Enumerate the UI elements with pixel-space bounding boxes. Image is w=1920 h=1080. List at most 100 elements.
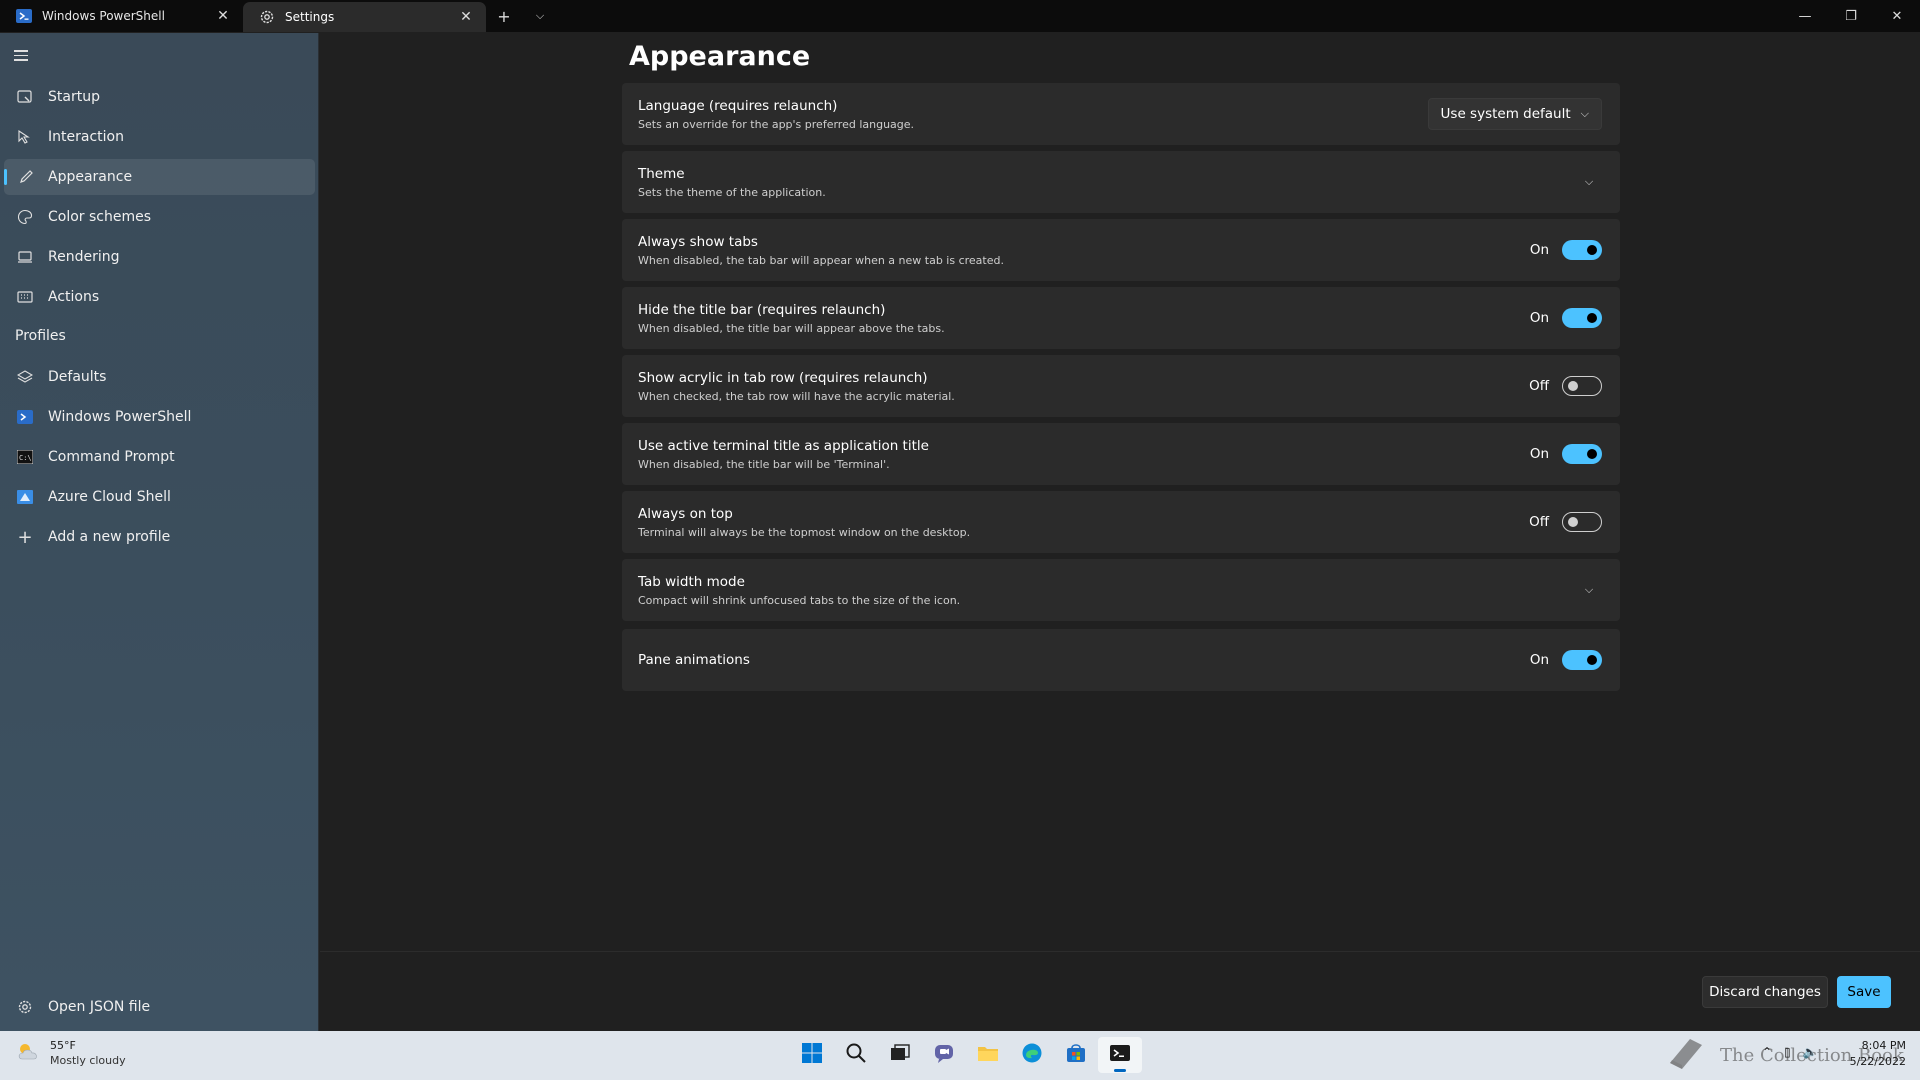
setting-always-show-tabs: Always show tabs When disabled, the tab …: [622, 219, 1620, 281]
sidebar-item-windows-powershell[interactable]: Windows PowerShell: [4, 399, 315, 435]
setting-title: Always show tabs: [638, 233, 758, 250]
sidebar-item-add-profile[interactable]: + Add a new profile: [4, 519, 315, 555]
maximize-button[interactable]: ❐: [1828, 0, 1874, 32]
setting-title: Theme: [638, 165, 685, 182]
sidebar-item-command-prompt[interactable]: C:\ Command Prompt: [4, 439, 315, 475]
task-view-button[interactable]: [878, 1037, 922, 1073]
setting-title: Pane animations: [638, 652, 750, 668]
hide-title-bar-toggle[interactable]: [1562, 308, 1602, 328]
language-dropdown[interactable]: Use system default ⌵: [1427, 98, 1602, 130]
clock-date: 5/22/2022: [1849, 1055, 1906, 1068]
teams-chat-button[interactable]: [922, 1037, 966, 1073]
minimize-button[interactable]: —: [1782, 0, 1828, 32]
open-json-button[interactable]: Open JSON file: [4, 989, 315, 1025]
tab-label: Settings: [285, 10, 335, 24]
setting-description: Terminal will always be the topmost wind…: [638, 525, 971, 539]
chevron-up-icon[interactable]: ⌃: [1762, 1045, 1772, 1059]
setting-title: Show acrylic in tab row (requires relaun…: [638, 369, 928, 386]
monitor-icon: [16, 248, 34, 266]
setting-show-acrylic: Show acrylic in tab row (requires relaun…: [622, 355, 1620, 417]
sidebar-item-label: Startup: [48, 89, 100, 105]
tab-settings[interactable]: Settings ✕: [243, 2, 486, 32]
sidebar-item-defaults[interactable]: Defaults: [4, 359, 315, 395]
sidebar-item-label: Azure Cloud Shell: [48, 489, 171, 505]
setting-description: When disabled, the title bar will be 'Te…: [638, 457, 890, 471]
file-explorer-button[interactable]: [966, 1037, 1010, 1073]
sidebar-item-startup[interactable]: Startup: [4, 79, 315, 115]
brush-icon: [16, 168, 34, 186]
title-bar: Windows PowerShell ✕ Settings ✕ + ⌵ — ❐ …: [0, 0, 1920, 32]
chevron-down-icon[interactable]: ⌵: [1578, 171, 1600, 193]
sidebar-item-azure-cloud-shell[interactable]: Azure Cloud Shell: [4, 479, 315, 515]
weather-description: Mostly cloudy: [50, 1054, 126, 1067]
sidebar-item-label: Actions: [48, 289, 100, 305]
gear-icon: [259, 9, 275, 25]
save-button[interactable]: Save: [1837, 976, 1891, 1008]
setting-description: When disabled, the tab bar will appear w…: [638, 253, 1004, 267]
sidebar: Startup Interaction Appearance Color sch…: [0, 33, 319, 1031]
sidebar-item-label: Defaults: [48, 369, 107, 385]
hamburger-menu-icon[interactable]: [14, 47, 34, 67]
minimize-icon: —: [1798, 8, 1812, 24]
sidebar-item-interaction[interactable]: Interaction: [4, 119, 315, 155]
task-view-icon: [889, 1042, 911, 1068]
dropdown-value: Use system default: [1440, 106, 1571, 122]
setting-description: Sets the theme of the application.: [638, 185, 826, 199]
start-button[interactable]: [790, 1037, 834, 1073]
tab-dropdown-button[interactable]: ⌵: [522, 0, 558, 32]
show-acrylic-toggle[interactable]: [1562, 376, 1602, 396]
tab-windows-powershell[interactable]: Windows PowerShell ✕: [0, 0, 243, 32]
main-content: Appearance Language (requires relaunch) …: [320, 33, 1920, 951]
sidebar-item-label: Windows PowerShell: [48, 409, 192, 425]
store-button[interactable]: [1054, 1037, 1098, 1073]
setting-description: Compact will shrink unfocused tabs to th…: [638, 593, 961, 607]
always-on-top-toggle[interactable]: [1562, 512, 1602, 532]
setting-tab-width-mode[interactable]: Tab width mode Compact will shrink unfoc…: [622, 559, 1620, 621]
sidebar-item-label: Appearance: [48, 169, 133, 185]
terminal-button[interactable]: [1098, 1037, 1142, 1073]
setting-language: Language (requires relaunch) Sets an ove…: [622, 83, 1620, 145]
page-title: Appearance: [629, 41, 811, 72]
search-button[interactable]: [834, 1037, 878, 1073]
close-window-button[interactable]: ✕: [1874, 0, 1920, 32]
new-tab-button[interactable]: +: [486, 0, 522, 32]
weather-widget[interactable]: 55°F Mostly cloudy: [16, 1039, 126, 1067]
setting-theme[interactable]: Theme Sets the theme of the application.…: [622, 151, 1620, 213]
gear-icon: [16, 998, 34, 1016]
pane-animations-toggle[interactable]: [1562, 650, 1602, 670]
toggle-state-label: On: [1529, 310, 1549, 326]
search-icon: [845, 1042, 867, 1068]
setting-pane-animations: Pane animations On: [622, 629, 1620, 691]
discard-changes-button[interactable]: Discard changes: [1702, 976, 1828, 1008]
close-tab-icon[interactable]: ✕: [213, 6, 233, 26]
chevron-down-icon[interactable]: ⌵: [1578, 579, 1600, 601]
sidebar-item-color-schemes[interactable]: Color schemes: [4, 199, 315, 235]
setting-hide-title-bar: Hide the title bar (requires relaunch) W…: [622, 287, 1620, 349]
store-icon: [1065, 1042, 1087, 1068]
open-json-label: Open JSON file: [48, 999, 151, 1015]
volume-icon[interactable]: 🔈: [1803, 1045, 1818, 1059]
toggle-state-label: Off: [1529, 514, 1549, 530]
network-icon[interactable]: ▯: [1784, 1045, 1791, 1059]
setting-description: When disabled, the title bar will appear…: [638, 321, 945, 335]
setting-title: Language (requires relaunch): [638, 97, 838, 114]
chevron-down-icon: ⌵: [535, 9, 545, 22]
edge-button[interactable]: [1010, 1037, 1054, 1073]
clock[interactable]: 8:04 PM 5/22/2022: [1850, 1039, 1906, 1068]
sidebar-item-label: Color schemes: [48, 209, 152, 225]
command-prompt-icon: C:\: [16, 448, 34, 466]
cloudy-weather-icon: [16, 1041, 42, 1065]
azure-icon: [16, 488, 34, 506]
palette-icon: [16, 208, 34, 226]
setting-active-terminal-title: Use active terminal title as application…: [622, 423, 1620, 485]
close-tab-icon[interactable]: ✕: [456, 7, 476, 27]
sidebar-item-rendering[interactable]: Rendering: [4, 239, 315, 275]
setting-description: Sets an override for the app's preferred…: [638, 117, 915, 131]
sidebar-item-appearance[interactable]: Appearance: [4, 159, 315, 195]
powershell-icon: [16, 408, 34, 426]
active-terminal-title-toggle[interactable]: [1562, 444, 1602, 464]
startup-icon: [16, 88, 34, 106]
folder-icon: [977, 1042, 999, 1068]
always-show-tabs-toggle[interactable]: [1562, 240, 1602, 260]
sidebar-item-actions[interactable]: Actions: [4, 279, 315, 315]
